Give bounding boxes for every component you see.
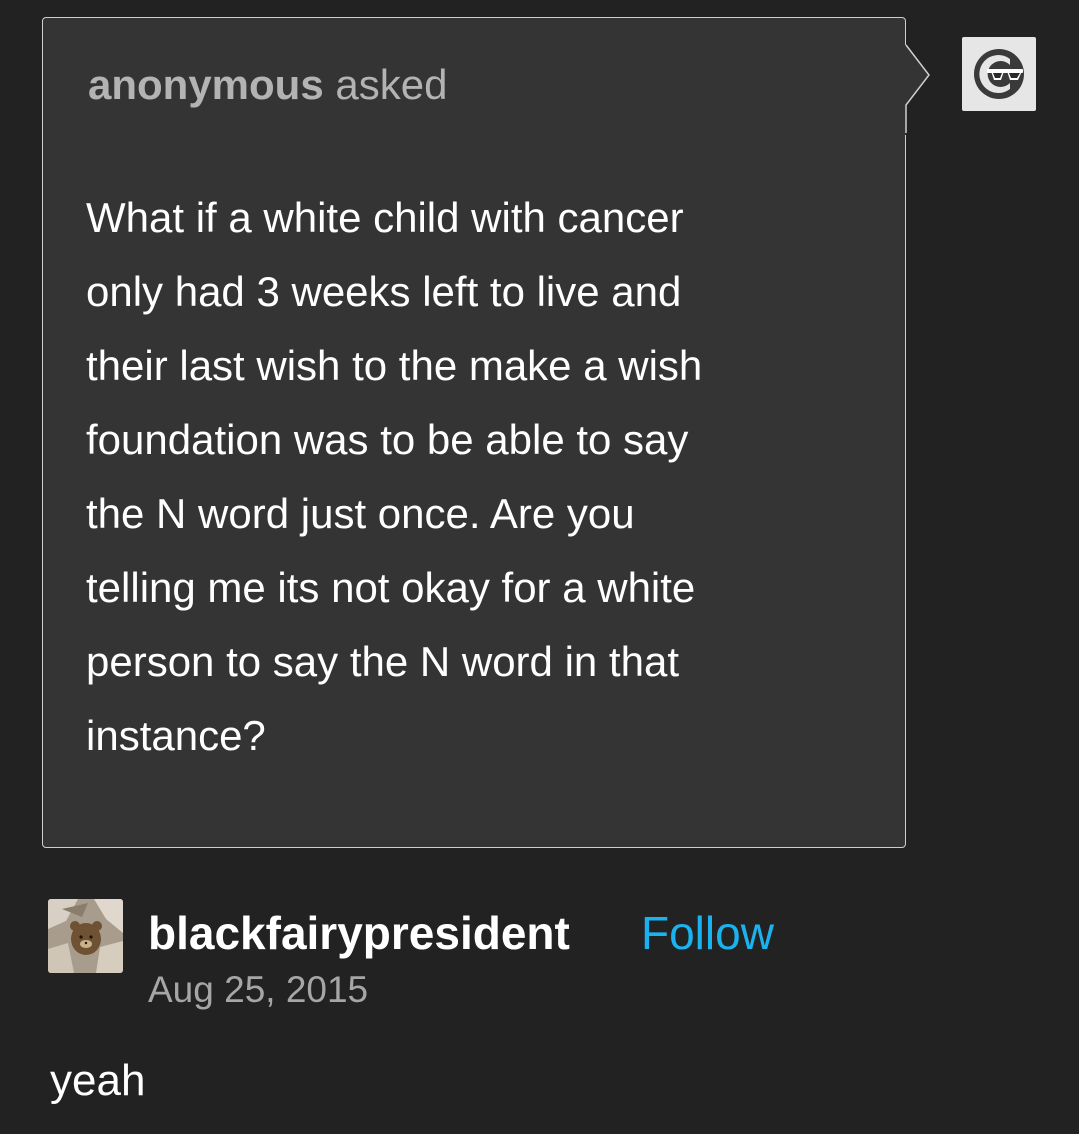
follow-button[interactable]: Follow xyxy=(641,902,774,964)
question-line: only had 3 weeks left to live and xyxy=(86,268,682,315)
question-line: their last wish to the make a wish xyxy=(86,342,703,389)
asker-name: anonymous xyxy=(88,61,324,108)
ask-header: anonymous asked xyxy=(88,56,447,114)
answerer-username[interactable]: blackfairypresident xyxy=(148,902,570,964)
question-line: the N word just once. Are you xyxy=(86,490,635,537)
ask-box: anonymous asked What if a white child wi… xyxy=(42,17,906,848)
anonymous-avatar[interactable] xyxy=(962,37,1036,111)
ask-action: asked xyxy=(335,61,448,108)
answer-text: yeah xyxy=(50,1056,146,1105)
answerer-avatar[interactable] xyxy=(48,899,123,973)
question-text: What if a white child with cancer only h… xyxy=(86,181,876,773)
anonymous-sunglasses-icon xyxy=(974,49,1024,99)
post-date[interactable]: Aug 25, 2015 xyxy=(148,965,368,1015)
user-avatar-photo xyxy=(48,899,123,973)
question-line: telling me its not okay for a white xyxy=(86,564,696,611)
question-line: foundation was to be able to say xyxy=(86,416,689,463)
question-line: What if a white child with cancer xyxy=(86,194,684,241)
question-line: person to say the N word in that xyxy=(86,638,679,685)
question-line: instance? xyxy=(86,712,266,759)
speech-pointer xyxy=(891,44,930,135)
